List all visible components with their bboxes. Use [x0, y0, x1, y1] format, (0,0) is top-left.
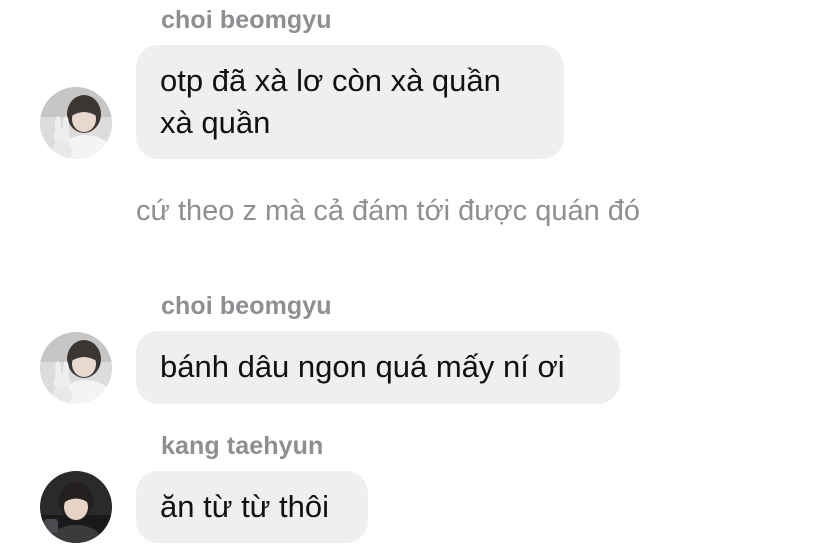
taehyun-avatar[interactable]	[40, 471, 112, 543]
beomgyu-avatar[interactable]	[40, 87, 112, 159]
system-message: cứ theo z mà cả đám tới được quán đó	[136, 195, 641, 227]
avatar-image	[40, 332, 112, 404]
beomgyu-avatar[interactable]	[40, 332, 112, 404]
sender-name: kang taehyun	[161, 432, 324, 460]
sender-name: choi beomgyu	[161, 6, 332, 34]
avatar-image	[40, 87, 112, 159]
message-bubble[interactable]: ăn từ từ thôi	[136, 471, 368, 543]
message-bubble[interactable]: otp đã xà lơ còn xà quần xà quần	[136, 45, 564, 159]
sender-name: choi beomgyu	[161, 292, 332, 320]
message-bubble[interactable]: bánh dâu ngon quá mấy ní ơi	[136, 331, 620, 404]
avatar-image	[40, 471, 112, 543]
